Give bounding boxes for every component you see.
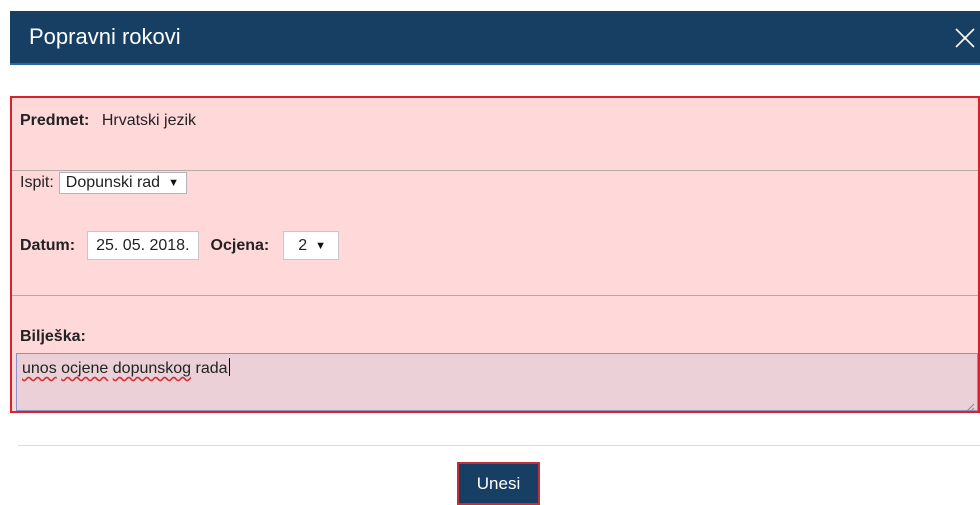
caret-down-icon: ▼ bbox=[315, 239, 327, 252]
note-label: Bilješka: bbox=[20, 328, 86, 345]
grade-select-value: 2 bbox=[298, 236, 308, 254]
exam-select-value: Dopunski rad bbox=[65, 174, 161, 191]
exam-row: Ispit: Dopunski rad ▼ bbox=[20, 172, 187, 194]
subject-row: Predmet: Hrvatski jezik bbox=[20, 112, 196, 130]
exam-form-panel: Predmet: Hrvatski jezik Ispit: Dopunski … bbox=[10, 96, 980, 413]
note-word: ocjene bbox=[61, 360, 109, 377]
note-textarea[interactable]: unos ocjene dopunskog rada bbox=[16, 353, 978, 412]
date-input[interactable]: 25. 05. 2018. bbox=[87, 231, 199, 260]
text-cursor bbox=[228, 358, 230, 376]
subject-label: Predmet: bbox=[20, 112, 90, 129]
date-label: Datum: bbox=[20, 236, 76, 254]
exam-label: Ispit: bbox=[20, 174, 54, 191]
submit-button[interactable]: Unesi bbox=[457, 462, 540, 505]
exam-dialog: Popravni rokovi Predmet: Hrvatski jezik … bbox=[0, 0, 980, 505]
date-grade-row: Datum: 25. 05. 2018. Ocjena: 2 ▼ bbox=[20, 231, 340, 260]
footer-divider bbox=[18, 445, 980, 446]
close-icon[interactable] bbox=[950, 23, 980, 53]
note-word: unos bbox=[22, 360, 57, 377]
divider bbox=[12, 295, 978, 296]
dialog-title: Popravni rokovi bbox=[29, 24, 181, 49]
resize-grip-icon[interactable] bbox=[966, 399, 975, 412]
subject-value: Hrvatski jezik bbox=[101, 112, 197, 129]
dialog-titlebar: Popravni rokovi bbox=[10, 11, 980, 65]
grade-select[interactable]: 2 ▼ bbox=[283, 231, 340, 260]
caret-down-icon: ▼ bbox=[168, 177, 179, 189]
note-word: rada bbox=[195, 360, 228, 377]
grade-label: Ocjena: bbox=[210, 236, 270, 254]
note-word: dopunskog bbox=[112, 360, 192, 377]
date-value: 25. 05. 2018. bbox=[96, 236, 190, 254]
divider bbox=[12, 170, 978, 171]
exam-select[interactable]: Dopunski rad ▼ bbox=[58, 172, 187, 194]
